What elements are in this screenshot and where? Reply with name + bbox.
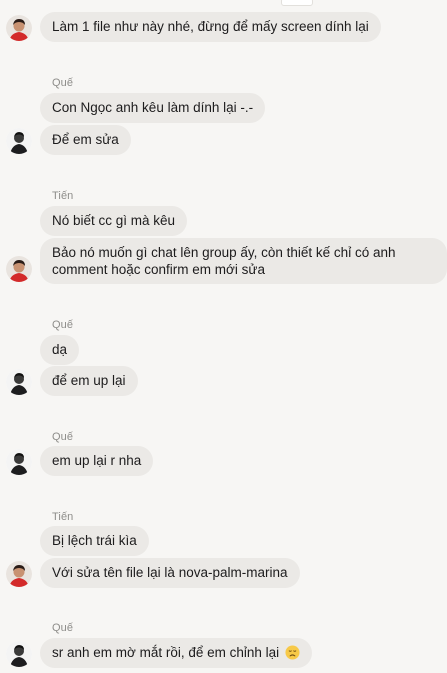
- message-bubble[interactable]: em up lại r nha: [40, 446, 154, 476]
- message-bubble[interactable]: sr anh em mờ mắt rồi, để em chỉnh lại: [40, 638, 312, 668]
- sender-name: Quế: [52, 77, 74, 89]
- message-bubble[interactable]: Làm 1 file như này nhé, đừng để mấy scre…: [40, 12, 381, 42]
- disappointed-face-emoji-icon: [285, 645, 300, 660]
- avatar-que-icon[interactable]: [6, 641, 32, 667]
- sender-name: Tiến: [52, 511, 74, 523]
- message-text: sr anh em mờ mắt rồi, để em chỉnh lại: [52, 645, 280, 660]
- sender-name: Quế: [52, 319, 74, 331]
- scroll-indicator: [281, 0, 313, 6]
- avatar-que-icon[interactable]: [6, 369, 32, 395]
- message-bubble[interactable]: dạ: [40, 335, 80, 365]
- sender-name: Tiến: [52, 190, 74, 202]
- message-bubble[interactable]: Bị lệch trái kìa: [40, 526, 149, 556]
- chat-thread[interactable]: Làm 1 file như này nhé, đừng để mấy scre…: [0, 0, 447, 673]
- sender-name: Quế: [52, 622, 74, 634]
- message-bubble[interactable]: Để em sửa: [40, 125, 131, 155]
- avatar-tien-icon[interactable]: [6, 561, 32, 587]
- sender-name: Quế: [52, 431, 74, 443]
- message-bubble[interactable]: Nó biết cc gì mà kêu: [40, 206, 188, 236]
- message-bubble[interactable]: Con Ngọc anh kêu làm dính lại -.-: [40, 93, 266, 123]
- message-bubble[interactable]: Bảo nó muốn gì chat lên group ấy, còn th…: [40, 238, 447, 284]
- avatar-que-icon[interactable]: [6, 128, 32, 154]
- message-bubble[interactable]: Với sửa tên file lại là nova-palm-marina: [40, 558, 300, 588]
- avatar-tien-icon[interactable]: [6, 256, 32, 282]
- avatar-tien-icon[interactable]: [6, 15, 32, 41]
- avatar-que-icon[interactable]: [6, 449, 32, 475]
- message-bubble[interactable]: để em up lại: [40, 366, 138, 396]
